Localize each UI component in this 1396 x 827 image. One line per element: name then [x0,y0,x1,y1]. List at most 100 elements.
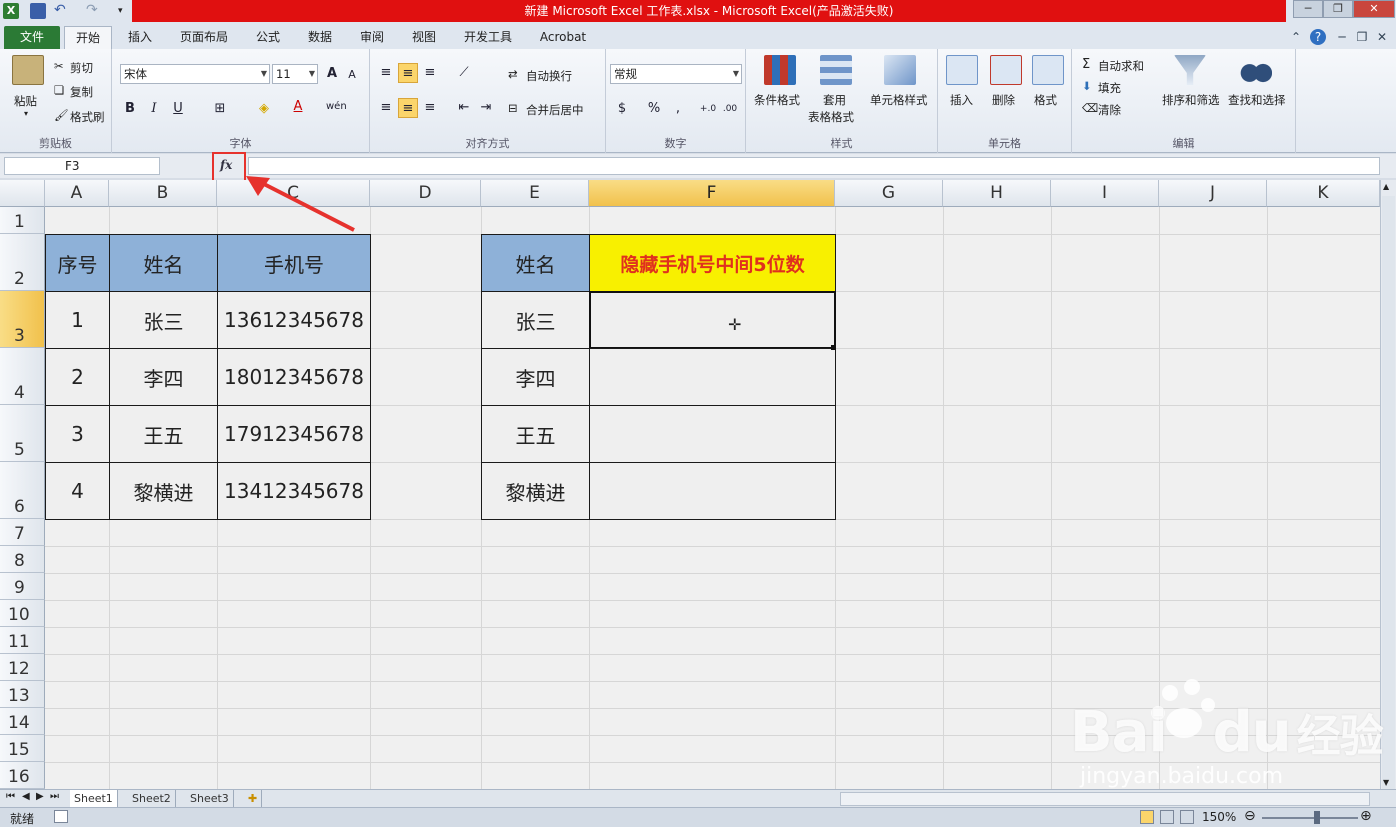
sheet-tab-sheet3[interactable]: Sheet3 [186,790,234,808]
phonetic-button[interactable]: wén [326,97,347,117]
align-top-icon[interactable]: ≡ [376,63,396,83]
zoom-slider[interactable] [1262,817,1358,819]
macro-record-icon[interactable] [54,810,68,823]
maximize-button[interactable]: ❐ [1323,0,1353,18]
table2-cell[interactable]: 黎横进 [481,462,590,520]
column-header-e[interactable]: E [481,180,589,207]
comma-button[interactable]: , [668,99,688,119]
table1-cell[interactable]: 1 [45,291,110,349]
insert-sheet-icon[interactable]: ✚ [244,790,263,808]
table2-cell[interactable]: 张三 [481,291,590,349]
table1-cell[interactable]: 黎横进 [109,462,218,520]
underline-button[interactable]: U [168,99,188,119]
conditional-format-icon[interactable] [764,55,796,85]
copy-icon[interactable]: ❏ [54,83,64,97]
align-bottom-icon[interactable]: ≡ [420,63,440,83]
tab-page-layout[interactable]: 页面布局 [172,26,236,49]
tab-formulas[interactable]: 公式 [248,26,288,49]
table2-cell[interactable] [589,405,836,463]
page-break-view-icon[interactable] [1180,810,1194,824]
format-as-table-icon[interactable] [820,55,852,85]
table1-header-cell[interactable]: 姓名 [109,234,218,292]
italic-button[interactable]: I [144,99,164,119]
table2-cell[interactable] [589,462,836,520]
column-header-i[interactable]: I [1051,180,1159,207]
column-header-j[interactable]: J [1159,180,1267,207]
row-header-16[interactable]: 16 [0,762,45,789]
table2-cell[interactable]: 王五 [481,405,590,463]
format-painter-icon[interactable]: 🖌 [54,108,69,122]
tab-view[interactable]: 视图 [404,26,444,49]
fill-handle[interactable] [831,345,836,350]
zoom-out-icon[interactable]: ⊖ [1244,808,1256,824]
increase-decimal-button[interactable]: +.0 [698,99,718,119]
fill-button[interactable]: 填充 [1098,80,1121,96]
tab-home[interactable]: 开始 [64,26,112,49]
table1-cell[interactable]: 17912345678 [217,405,371,463]
tab-data[interactable]: 数据 [300,26,340,49]
fill-color-icon[interactable]: ◈ [254,99,274,119]
collapse-ribbon-icon[interactable]: ⌃ [1288,29,1304,45]
redo-icon[interactable]: ↷ [86,3,102,19]
minimize-workbook-icon[interactable]: ─ [1334,29,1350,45]
table2-cell[interactable]: 李四 [481,348,590,406]
sigma-icon[interactable]: Σ [1082,57,1090,72]
column-header-g[interactable]: G [835,180,943,207]
sort-filter-icon[interactable] [1174,55,1206,85]
table1-cell[interactable]: 4 [45,462,110,520]
select-all-corner[interactable] [0,180,45,207]
scroll-down-icon[interactable]: ▼ [1383,778,1389,787]
copy-button[interactable]: 复制 [70,84,93,100]
decrease-indent-icon[interactable]: ⇤ [454,98,474,118]
row-header-2[interactable]: 2 [0,234,45,291]
sort-filter-button[interactable]: 排序和筛选 [1162,92,1220,108]
sheet-nav-next-icon[interactable]: ▶ [36,791,44,802]
tab-file[interactable]: 文件 [4,26,60,49]
row-header-15[interactable]: 15 [0,735,45,762]
table1-cell[interactable]: 13612345678 [217,291,371,349]
column-header-d[interactable]: D [370,180,481,207]
merge-icon[interactable]: ⊟ [508,101,518,115]
row-header-12[interactable]: 12 [0,654,45,681]
binoculars-icon[interactable] [1240,55,1272,85]
help-icon[interactable]: ? [1310,29,1326,45]
row-header-10[interactable]: 10 [0,600,45,627]
table1-cell[interactable]: 2 [45,348,110,406]
row-header-11[interactable]: 11 [0,627,45,654]
font-size-select[interactable]: 11 ▼ [272,64,318,84]
normal-view-icon[interactable] [1140,810,1154,824]
tab-acrobat[interactable]: Acrobat [532,26,594,49]
save-icon[interactable] [30,3,46,19]
clear-button[interactable]: 清除 [1098,102,1121,118]
zoom-slider-handle[interactable] [1314,811,1320,824]
format-as-table-line1[interactable]: 套用 [823,92,846,108]
vertical-scrollbar[interactable]: ▲ ▼ [1380,180,1396,827]
insert-cells-icon[interactable] [946,55,978,85]
tab-developer[interactable]: 开发工具 [456,26,520,49]
fill-icon[interactable]: ⬇ [1082,79,1092,93]
cut-button[interactable]: 剪切 [70,60,93,76]
wrap-text-button[interactable]: 自动换行 [526,68,572,84]
table1-cell[interactable]: 张三 [109,291,218,349]
restore-workbook-icon[interactable]: ❐ [1354,29,1370,45]
border-icon[interactable]: ⊞ [210,99,230,119]
format-cells-button[interactable]: 格式 [1034,92,1057,108]
scroll-thumb[interactable] [1382,196,1395,827]
table1-cell[interactable]: 3 [45,405,110,463]
grow-font-button[interactable]: A [322,64,342,84]
close-button[interactable]: ✕ [1353,0,1395,18]
format-painter-button[interactable]: 格式刷 [70,109,105,125]
number-format-select[interactable]: 常规 ▼ [610,64,742,84]
zoom-level[interactable]: 150% [1202,810,1236,824]
format-cells-icon[interactable] [1032,55,1064,85]
decrease-decimal-button[interactable]: .00 [720,99,740,119]
column-header-h[interactable]: H [943,180,1051,207]
name-box[interactable]: F3 [4,157,160,175]
paste-icon[interactable] [12,55,44,85]
tab-insert[interactable]: 插入 [118,26,162,49]
column-header-a[interactable]: A [45,180,109,207]
align-middle-icon[interactable]: ≡ [398,63,418,83]
row-header-6[interactable]: 6 [0,462,45,519]
conditional-format-button[interactable]: 条件格式 [754,92,800,108]
orientation-icon[interactable]: ⟋ [454,63,474,83]
